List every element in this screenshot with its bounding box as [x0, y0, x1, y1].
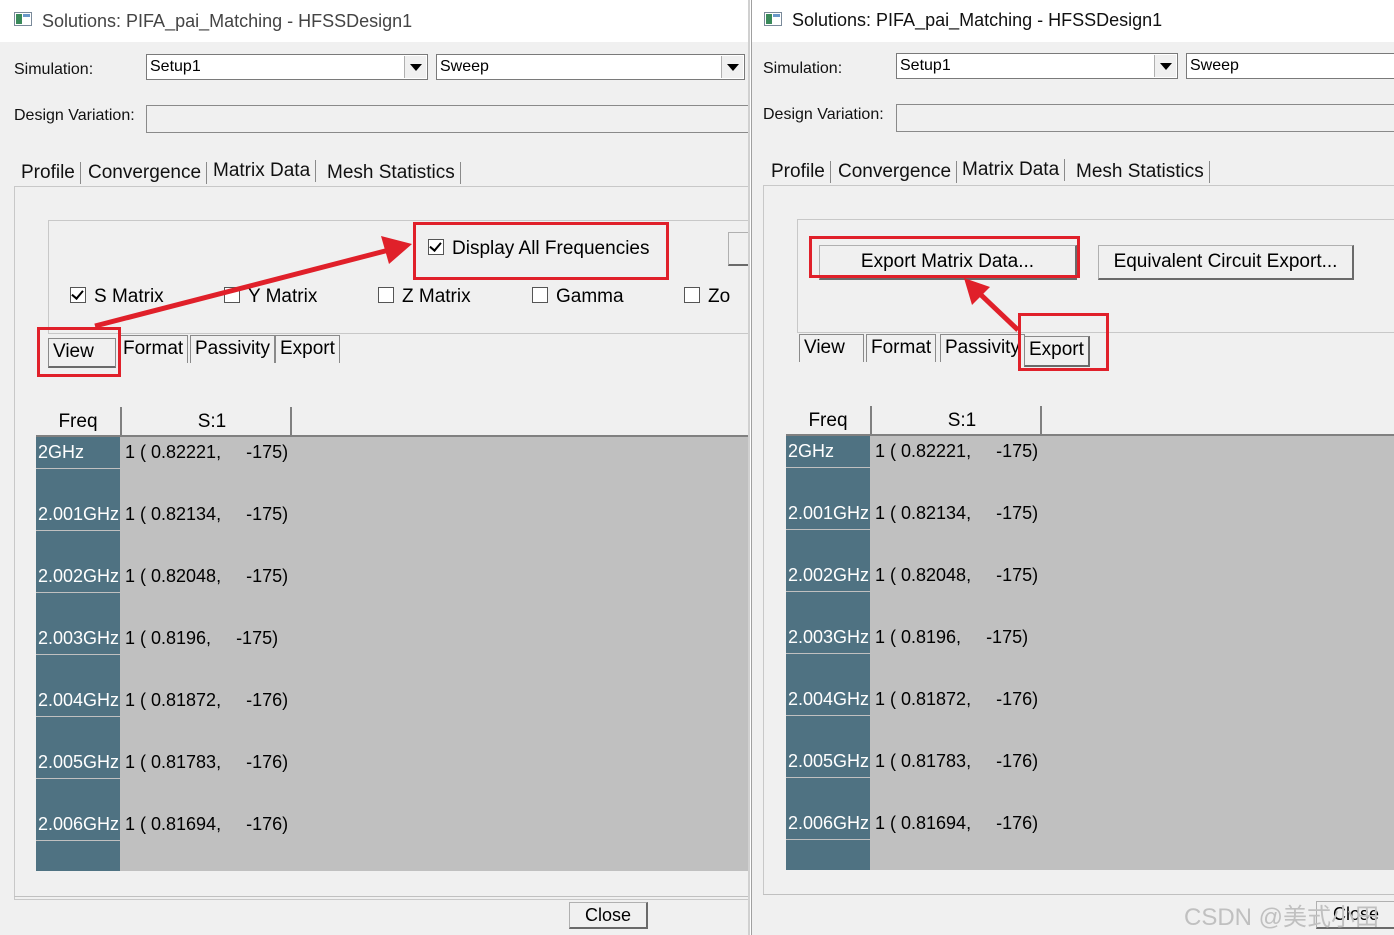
right-dialog: Solutions: PIFA_pai_Matching - HFSSDesig… — [751, 0, 1394, 935]
annotation-arrow — [94, 236, 412, 329]
annotation-arrow — [964, 278, 1020, 332]
arrow-head — [381, 236, 412, 264]
left-dialog: Solutions: PIFA_pai_Matching - HFSSDesig… — [0, 0, 750, 935]
arrow-line — [976, 290, 1020, 332]
arrow-line — [94, 246, 394, 329]
